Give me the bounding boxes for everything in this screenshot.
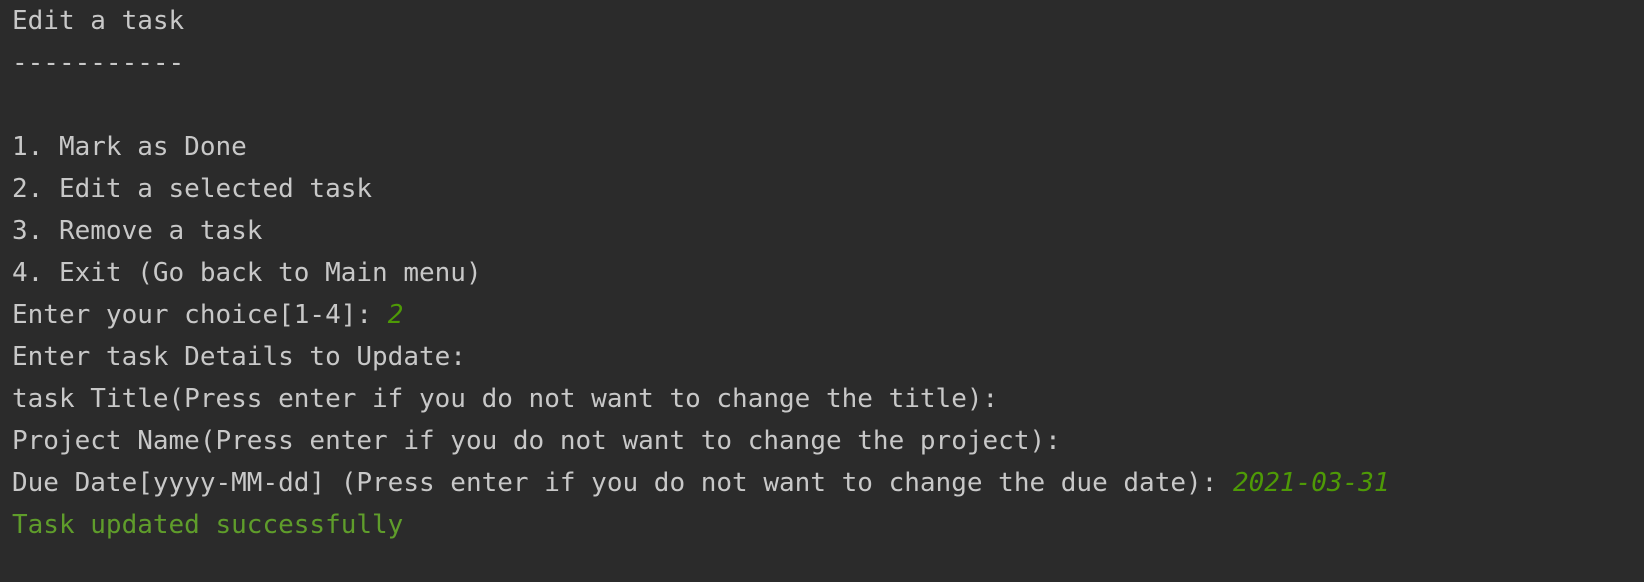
menu-item-mark-done: 1. Mark as Done [12, 132, 247, 162]
project-prompt: Project Name(Press enter if you do not w… [12, 426, 1061, 456]
console-title: Edit a task [12, 6, 185, 36]
choice-input[interactable]: 2 [388, 300, 404, 330]
menu-item-exit: 4. Exit (Go back to Main menu) [12, 258, 482, 288]
choice-line: Enter your choice[1-4]: 2 [12, 294, 1644, 336]
choice-prompt: Enter your choice[1-4]: [12, 300, 388, 330]
menu-item-remove-task: 3. Remove a task [12, 216, 263, 246]
details-prompt: Enter task Details to Update: [12, 342, 466, 372]
console-title-underline: ----------- [12, 48, 185, 78]
success-message: Task updated successfully [12, 510, 404, 540]
title-prompt: task Title(Press enter if you do not wan… [12, 384, 999, 414]
due-date-prompt: Due Date[yyyy-MM-dd] (Press enter if you… [12, 468, 1233, 498]
console-output: Edit a task ----------- 1. Mark as Done … [0, 0, 1644, 582]
menu-item-edit-task: 2. Edit a selected task [12, 174, 373, 204]
due-date-line: Due Date[yyyy-MM-dd] (Press enter if you… [12, 462, 1644, 504]
due-date-input[interactable]: 2021-03-31 [1233, 468, 1390, 498]
